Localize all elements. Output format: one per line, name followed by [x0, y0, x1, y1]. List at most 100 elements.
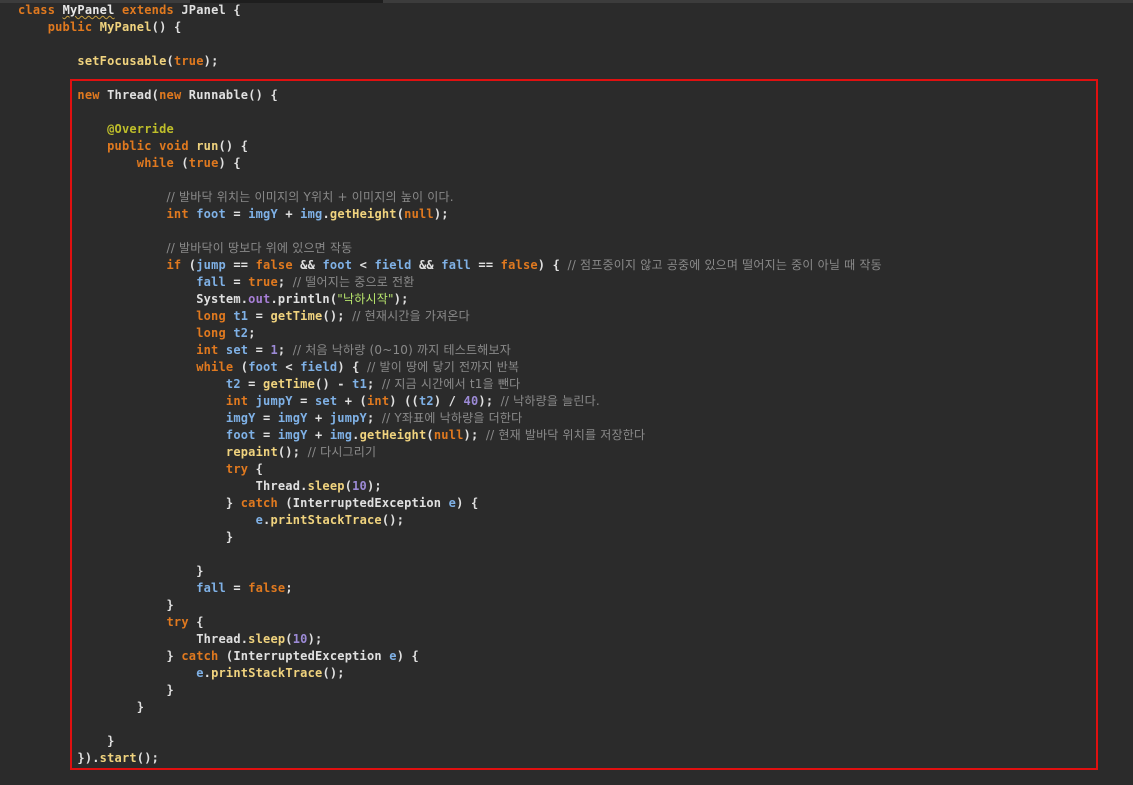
code-line[interactable]: }	[18, 563, 204, 580]
token-code-text	[18, 122, 107, 136]
token-code-text	[18, 513, 256, 527]
token-code-text: <	[277, 360, 301, 374]
token-code-text: Thread.	[18, 479, 308, 493]
code-line[interactable]: }	[18, 733, 115, 750]
code-line[interactable]: Thread.sleep(10);	[18, 631, 322, 648]
token-identifier: img	[329, 428, 353, 442]
code-line[interactable]: e.printStackTrace();	[18, 512, 404, 529]
code-line[interactable]: int foot = imgY + img.getHeight(null);	[18, 206, 449, 223]
code-line[interactable]: if (jump == false && foot < field && fal…	[18, 257, 882, 274]
code-line[interactable]: }	[18, 682, 174, 699]
token-method-name: getHeight	[359, 428, 427, 442]
token-code-text: .println(	[270, 292, 338, 306]
token-code-text	[18, 139, 107, 153]
token-identifier: fall	[196, 275, 226, 289]
code-line[interactable]: long t2;	[18, 325, 256, 342]
token-code-text	[18, 326, 196, 340]
token-identifier: foot	[196, 207, 226, 221]
code-line[interactable]: Thread.sleep(10);	[18, 478, 382, 495]
token-comment: // 다시그리기	[307, 445, 377, 459]
code-line[interactable]: public void run() {	[18, 138, 248, 155]
code-line[interactable]: t2 = getTime() - t1; // 지금 시간에서 t1을 뺀다	[18, 376, 520, 393]
token-code-text	[18, 581, 196, 595]
token-identifier: imgY	[225, 411, 256, 425]
token-code-text: (InterruptedException	[225, 649, 390, 663]
token-identifier: field	[374, 258, 412, 272]
code-line[interactable]: // 발바닥 위치는 이미지의 Y위치 + 이미지의 높이 이다.	[18, 189, 454, 206]
token-identifier: jump	[196, 258, 226, 272]
code-line[interactable]: long t1 = getTime(); // 현재시간을 가져온다	[18, 308, 470, 325]
token-code-text	[18, 207, 167, 221]
code-line[interactable]: int jumpY = set + (int) ((t2) / 40); // …	[18, 393, 600, 410]
token-code-text: ();	[322, 309, 353, 323]
token-code-text	[18, 275, 196, 289]
token-code-text: =	[225, 581, 249, 595]
code-line[interactable]: // 발바닥이 땅보다 위에 있으면 작동	[18, 240, 353, 257]
token-code-text: ) {	[456, 496, 479, 510]
token-keyword: public	[47, 20, 100, 34]
token-code-text: );	[307, 632, 323, 646]
code-line[interactable]: class MyPanel extends JPanel {	[18, 2, 241, 19]
token-keyword: int	[196, 343, 226, 357]
token-keyword: catch	[240, 496, 286, 510]
token-string: "낙하시작"	[337, 292, 394, 306]
code-line[interactable]: imgY = imgY + jumpY; // Y좌표에 낙하량을 더한다	[18, 410, 522, 427]
token-literal: null	[433, 428, 464, 442]
token-code-text: ) /	[433, 394, 464, 408]
token-code-text: =	[292, 394, 315, 408]
token-code-text: );	[393, 292, 409, 306]
code-line[interactable]: } catch (InterruptedException e) {	[18, 648, 419, 665]
token-identifier: t2	[418, 394, 434, 408]
code-line[interactable]: fall = true; // 떨어지는 중으로 전환	[18, 274, 414, 291]
code-line[interactable]: } catch (InterruptedException e) {	[18, 495, 478, 512]
token-identifier: foot	[225, 428, 256, 442]
token-code-text: ==	[470, 258, 501, 272]
token-keyword: new	[77, 88, 108, 102]
code-line[interactable]: while (true) {	[18, 155, 241, 172]
code-line[interactable]: while (foot < field) { // 발이 땅에 닿기 전까지 반…	[18, 359, 519, 376]
code-line[interactable]: public MyPanel() {	[18, 19, 181, 36]
token-field: out	[248, 292, 271, 306]
token-keyword: try	[166, 615, 197, 629]
token-code-text	[18, 394, 226, 408]
code-line[interactable]: System.out.println("낙하시작");	[18, 291, 409, 308]
token-comment: // 발바닥 위치는 이미지의 Y위치 + 이미지의 높이 이다.	[166, 190, 454, 204]
token-code-text: JPanel {	[181, 3, 241, 17]
token-identifier: e	[448, 496, 457, 510]
token-comment: // 현재 발바닥 위치를 저장한다	[485, 428, 646, 442]
token-identifier: imgY	[277, 411, 308, 425]
token-code-text: );	[478, 394, 501, 408]
token-code-text: ) {	[218, 156, 241, 170]
code-line[interactable]: }).start();	[18, 750, 159, 767]
code-editor[interactable]: class MyPanel extends JPanel { public My…	[0, 0, 1133, 785]
token-method-name: run	[196, 139, 219, 153]
token-code-text: =	[240, 377, 264, 391]
code-line[interactable]: @Override	[18, 121, 174, 138]
token-keyword: try	[225, 462, 256, 476]
code-line[interactable]: fall = false;	[18, 580, 293, 597]
token-code-text: =	[225, 275, 249, 289]
code-line[interactable]: try {	[18, 461, 263, 478]
token-code-text: );	[433, 207, 449, 221]
token-code-text: }	[18, 683, 174, 697]
code-line[interactable]: }	[18, 699, 144, 716]
token-code-text: {	[255, 462, 264, 476]
code-line[interactable]: }	[18, 597, 174, 614]
token-code-text: .	[322, 207, 330, 221]
code-line[interactable]: int set = 1; // 처음 낙하량 (0~10) 까지 테스트해보자	[18, 342, 511, 359]
token-identifier: imgY	[248, 207, 278, 221]
token-method-name: getTime	[263, 377, 316, 391]
token-code-text: (	[426, 428, 434, 442]
code-line[interactable]: foot = imgY + img.getHeight(null); // 현재…	[18, 427, 645, 444]
token-code-text: ();	[322, 666, 345, 680]
token-code-text	[18, 445, 226, 459]
code-line[interactable]: }	[18, 529, 233, 546]
token-code-text: ) {	[337, 360, 368, 374]
code-line[interactable]: e.printStackTrace();	[18, 665, 345, 682]
token-comment: // Y좌표에 낙하량을 더한다	[381, 411, 523, 425]
code-line[interactable]: new Thread(new Runnable() {	[18, 87, 278, 104]
token-identifier: field	[300, 360, 338, 374]
code-line[interactable]: repaint(); // 다시그리기	[18, 444, 376, 461]
code-line[interactable]: setFocusable(true);	[18, 53, 219, 70]
code-line[interactable]: try {	[18, 614, 204, 631]
